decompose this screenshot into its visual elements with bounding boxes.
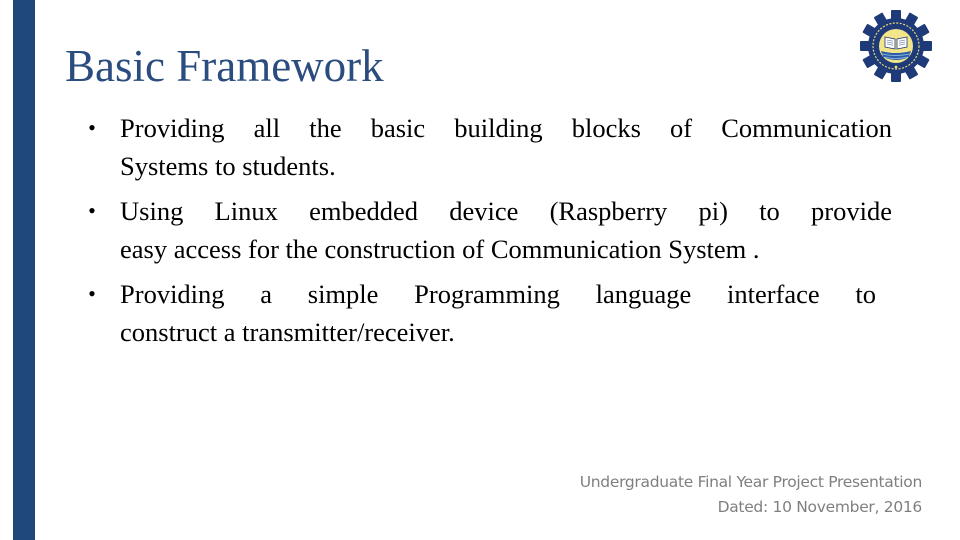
university-gear-emblem-icon [860, 10, 932, 82]
university-logo [860, 10, 932, 82]
footer-date: Dated: 10 November, 2016 [717, 498, 923, 516]
bullet-text-line: Using Linux embedded device (Raspberry p… [120, 196, 892, 226]
bullet-item: • Providing a simple Programming languag… [84, 275, 892, 351]
slide-footer: Undergraduate Final Year Project Present… [579, 470, 923, 520]
bullet-list: • Providing all the basic building block… [84, 109, 892, 358]
footer-project-label: Undergraduate Final Year Project Present… [579, 473, 923, 491]
accent-bar [13, 0, 35, 540]
bullet-dot-icon: • [88, 198, 96, 223]
bullet-text-line: Systems to students. [120, 151, 336, 181]
slide-title: Basic Framework [65, 41, 384, 91]
bullet-dot-icon: • [88, 281, 96, 306]
bullet-item: • Using Linux embedded device (Raspberry… [84, 192, 892, 268]
bullet-text-line: Providing a simple Programming language … [120, 279, 876, 309]
bullet-dot-icon: • [88, 115, 96, 140]
bullet-item: • Providing all the basic building block… [84, 109, 892, 185]
bullet-text-line: construct a transmitter/receiver. [120, 317, 455, 347]
bullet-text-line: easy access for the construction of Comm… [120, 234, 760, 264]
bullet-text-line: Providing all the basic building blocks … [120, 113, 892, 143]
slide: Basic Framework • Providing all the basi… [0, 0, 960, 540]
